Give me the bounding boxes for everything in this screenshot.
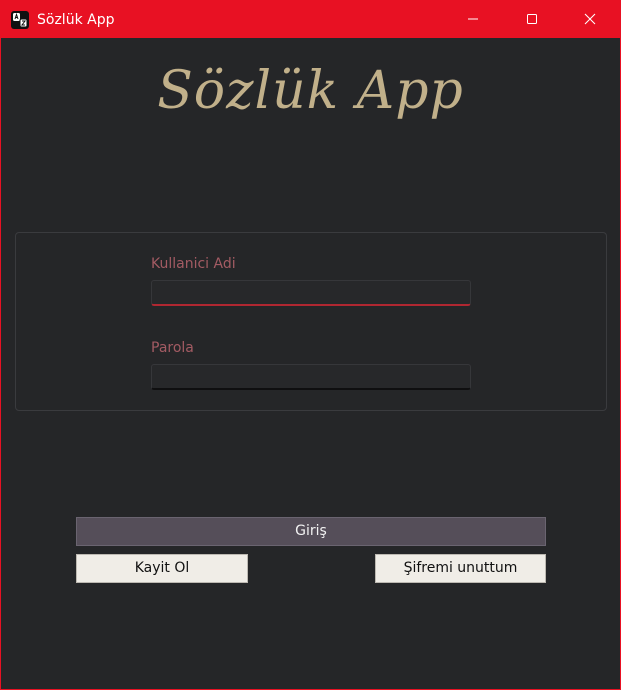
app-heading: Sözlük App [157,61,464,121]
title-bar[interactable]: Sözlük App [1,1,620,38]
login-button[interactable]: Giriş [76,517,546,546]
username-label: Kullanici Adi [151,256,236,272]
window-title: Sözlük App [37,12,115,28]
maximize-icon [526,10,538,29]
forgot-password-button[interactable]: Şifremi unuttum [375,554,546,583]
minimize-icon [467,10,479,29]
close-icon [584,10,596,29]
close-button[interactable] [567,1,613,38]
username-input[interactable] [151,280,471,306]
password-label: Parola [151,340,194,356]
app-window: Sözlük App Sözlük App Kullanici Adi Paro… [0,0,621,690]
maximize-button[interactable] [509,1,555,38]
register-button[interactable]: Kayit Ol [76,554,248,583]
password-input[interactable] [151,364,471,390]
minimize-button[interactable] [450,1,496,38]
dictionary-app-icon [10,10,30,30]
